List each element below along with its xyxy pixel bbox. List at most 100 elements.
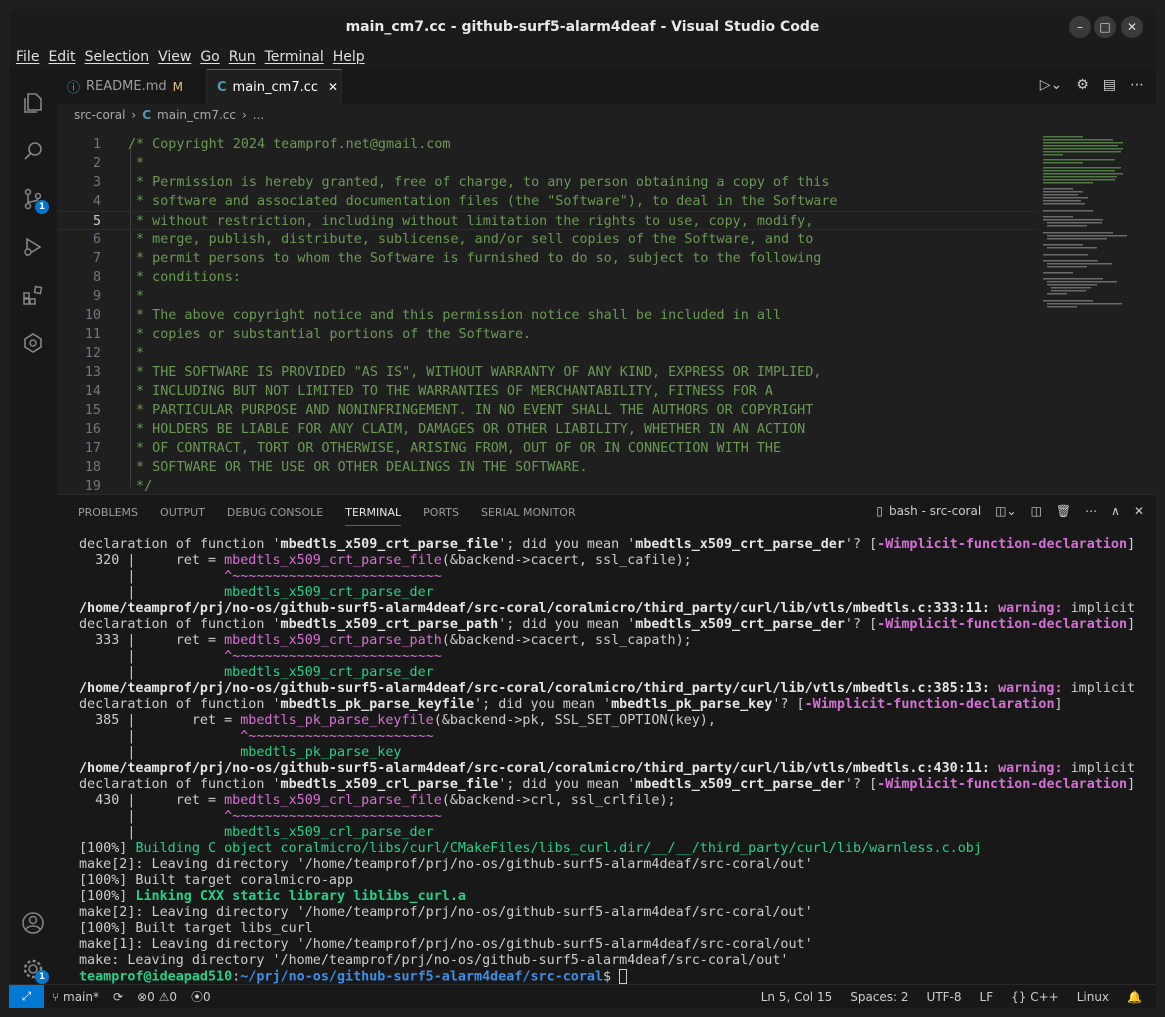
close-panel-icon[interactable]: ✕ [1134, 504, 1144, 518]
modified-indicator: M [172, 79, 184, 94]
split-terminal-icon[interactable]: ◫⌄ [995, 504, 1016, 518]
ports-indicator[interactable]: ⦿0 [191, 988, 211, 1005]
terminal-line: declaration of function 'mbedtls_x509_cr… [79, 617, 1136, 632]
terminal-output[interactable]: declaration of function 'mbedtls_x509_cr… [79, 537, 1154, 985]
terminal-instance-name[interactable]: bash - src-coral [889, 504, 981, 518]
editor-actions: ▷⌄ ⚙ ▤ ⋯ [1040, 77, 1144, 93]
terminal-line: | mbedtls_pk_parse_key [79, 745, 402, 760]
terminal-line: 333 | ret = mbedtls_x509_crt_parse_path(… [79, 633, 692, 648]
chevron-right-icon: › [241, 108, 247, 122]
problems-indicator[interactable]: ⊗0 ⚠0 [137, 990, 177, 1004]
code-line: 15 * PARTICULAR PURPOSE AND NONINFRINGEM… [84, 403, 814, 418]
tab-main-cm7[interactable]: C main_cm7.cc ✕ [207, 69, 342, 104]
code-line: 17 * OF CONTRACT, TORT OR OTHERWISE, ARI… [84, 441, 782, 456]
menu-go[interactable]: Go [200, 49, 219, 65]
braces-icon: {} [1011, 989, 1031, 1004]
remote-explorer-icon[interactable] [21, 331, 45, 355]
terminal-line: | mbedtls_x509_crt_parse_der [79, 585, 434, 600]
breadcrumb-folder[interactable]: src-coral [74, 108, 125, 122]
menu-terminal[interactable]: Terminal [265, 49, 324, 65]
breadcrumb-file[interactable]: main_cm7.cc [157, 108, 236, 122]
platform[interactable]: Linux [1077, 990, 1109, 1004]
code-line: 11 * copies or substantial portions of t… [84, 327, 532, 342]
terminal-line: 385 | ret = mbedtls_pk_parse_keyfile(&ba… [79, 713, 716, 728]
terminal-line: | mbedtls_x509_crl_parse_der [79, 825, 434, 840]
menu-run[interactable]: Run [229, 49, 256, 65]
panel-actions: ▯ bash - src-coral ◫⌄ ◫ 🗑 ⋯ ∧ ✕ [876, 504, 1144, 518]
cursor-position[interactable]: Ln 5, Col 15 [761, 990, 833, 1004]
error-icon: ⊗ [137, 989, 148, 1004]
bottom-panel: PROBLEMS OUTPUT DEBUG CONSOLE TERMINAL P… [57, 494, 1156, 985]
terminal-line: make: Leaving directory '/home/teamprof/… [79, 953, 789, 968]
indentation[interactable]: Spaces: 2 [850, 990, 908, 1004]
sync-icon[interactable]: ⟳ [113, 990, 123, 1004]
close-window-button[interactable]: ✕ [1121, 16, 1143, 38]
menu-file[interactable]: File [16, 49, 39, 65]
terminal-line: /home/teamprof/prj/no-os/github-surf5-al… [79, 681, 1136, 696]
split-editor-icon[interactable]: ▤ [1103, 77, 1116, 93]
cpp-file-icon: C [217, 79, 227, 95]
close-tab-icon[interactable]: ✕ [328, 80, 338, 94]
tab-serial-monitor[interactable]: SERIAL MONITOR [481, 506, 576, 519]
branch-icon: ⑂ [52, 989, 64, 1004]
code-line: 6 * merge, publish, distribute, sublicen… [92, 232, 814, 247]
remote-icon: ⤢ [21, 989, 32, 1003]
code-editor[interactable]: 1/* Copyright 2024 teamprof.net@gmail.co… [57, 126, 1037, 494]
terminal-line: make[2]: Leaving directory '/home/teampr… [79, 905, 813, 920]
search-icon[interactable] [21, 139, 45, 163]
code-line: 9 * [92, 289, 145, 304]
accounts-icon[interactable] [21, 911, 45, 935]
status-bar: ⤢ ⑂ main* ⟳ ⊗0 ⚠0 ⦿0 Ln 5, Col 15 Spaces… [9, 984, 1156, 1008]
encoding[interactable]: UTF-8 [927, 990, 962, 1004]
window-title: main_cm7.cc - github-surf5-alarm4deaf - … [345, 19, 820, 35]
terminal-line: /home/teamprof/prj/no-os/github-surf5-al… [79, 761, 1136, 776]
branch-indicator[interactable]: ⑂ main* [52, 990, 99, 1004]
tab-terminal[interactable]: TERMINAL [345, 506, 402, 526]
remote-indicator[interactable]: ⤢ [9, 984, 44, 1008]
run-debug-icon[interactable] [21, 235, 45, 259]
split-terminal-button-icon[interactable]: ◫ [1031, 504, 1042, 518]
chevron-right-icon: › [131, 108, 137, 122]
terminal-line: make[1]: Leaving directory '/home/teampr… [79, 937, 813, 952]
trash-icon[interactable]: 🗑 [1056, 504, 1071, 518]
terminal-line: 430 | ret = mbedtls_x509_crl_parse_file(… [79, 793, 676, 808]
maximize-button[interactable]: □ [1094, 16, 1116, 38]
settings-badge: 1 [35, 970, 49, 984]
broadcast-icon: ⦿ [191, 990, 204, 1004]
tab-readme[interactable]: ⓘ README.md M [57, 69, 207, 104]
menu-edit[interactable]: Edit [48, 49, 75, 65]
end-of-line[interactable]: LF [980, 990, 994, 1004]
menu-view[interactable]: View [158, 49, 191, 65]
run-file-icon[interactable]: ▷⌄ [1040, 77, 1063, 93]
language-mode[interactable]: {} C++ [1011, 990, 1059, 1004]
bell-icon[interactable]: 🔔 [1127, 990, 1142, 1004]
warning-icon: ⚠ [158, 989, 170, 1004]
current-code-line: 5 * without restriction, including witho… [57, 211, 1037, 230]
tab-label: README.md [86, 79, 167, 94]
tab-debug-console[interactable]: DEBUG CONSOLE [227, 506, 323, 519]
settings-gear-icon[interactable]: ⚙ [1076, 77, 1089, 93]
tab-output[interactable]: OUTPUT [160, 506, 205, 519]
menu-help[interactable]: Help [333, 49, 365, 65]
cpp-file-icon: C [142, 108, 152, 122]
tab-label: main_cm7.cc [232, 79, 319, 95]
tab-ports[interactable]: PORTS [423, 506, 459, 519]
code-line: 7 * permit persons to whom the Software … [92, 251, 822, 266]
info-icon: ⓘ [67, 81, 81, 96]
maximize-panel-icon[interactable]: ∧ [1111, 504, 1120, 518]
source-control-badge: 1 [35, 200, 49, 214]
code-line: 10 * The above copyright notice and this… [84, 308, 782, 323]
menu-selection[interactable]: Selection [85, 49, 150, 65]
extensions-icon[interactable] [21, 283, 45, 307]
more-actions-icon[interactable]: ⋯ [1085, 504, 1097, 518]
tab-problems[interactable]: PROBLEMS [78, 506, 138, 519]
terminal-line: declaration of function 'mbedtls_x509_cr… [79, 537, 1136, 552]
terminal-line: /home/teamprof/prj/no-os/github-surf5-al… [79, 601, 1136, 616]
terminal-prompt[interactable]: teamprof@ideapad510:~/prj/no-os/github-s… [79, 969, 1154, 985]
breadcrumb-more[interactable]: ... [253, 108, 264, 122]
minimize-button[interactable]: – [1069, 16, 1091, 38]
explorer-icon[interactable] [21, 91, 45, 115]
editor-tabs: ⓘ README.md M C main_cm7.cc ✕ [57, 69, 1156, 104]
minimap[interactable] [1037, 126, 1156, 494]
more-actions-icon[interactable]: ⋯ [1130, 77, 1144, 93]
